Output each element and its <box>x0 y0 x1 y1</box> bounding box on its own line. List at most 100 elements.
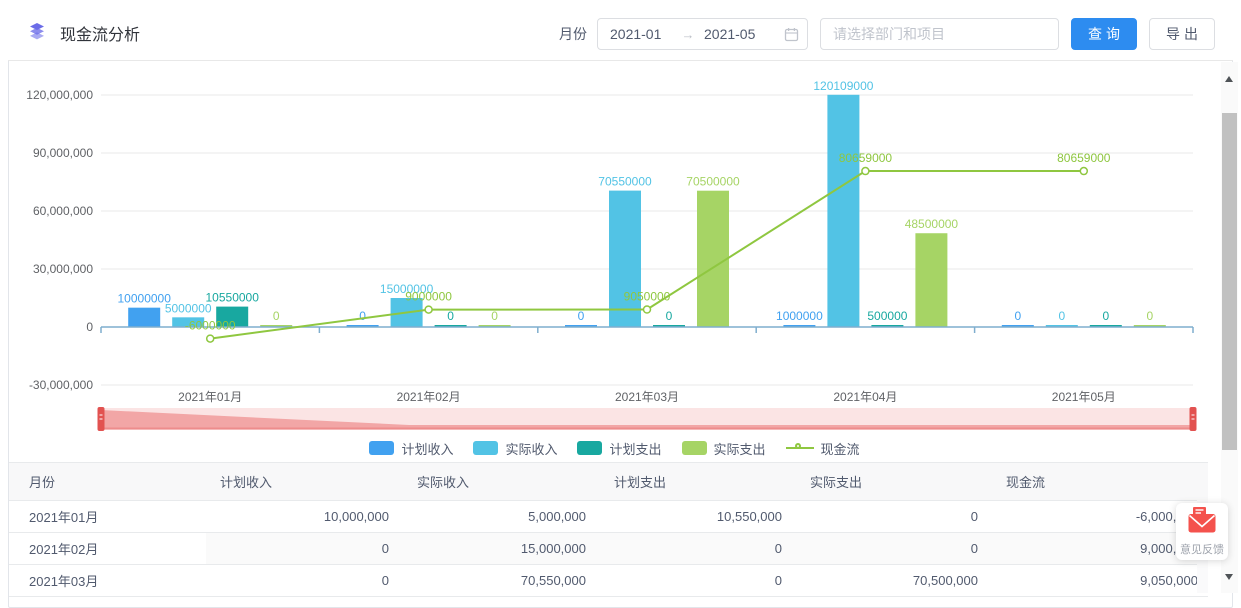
chart-label: 2021年02月 <box>397 390 461 404</box>
legend-item-现金流[interactable]: 现金流 <box>786 439 860 458</box>
chart-label: 120,000,000 <box>26 88 93 102</box>
layers-icon <box>28 22 46 45</box>
chart-label: 0 <box>1102 309 1109 323</box>
chart-legend: 计划收入 实际收入 计划支出 实际支出 现金流 <box>8 437 1221 459</box>
value-cell: 10,000,000 <box>206 501 403 533</box>
table-row: 2021年01月10,000,0005,000,00010,550,0000-6… <box>9 501 1208 533</box>
chart-label: 0 <box>447 309 454 323</box>
column-header-计划支出: 计划支出 <box>600 463 796 501</box>
page-title: 现金流分析 <box>60 21 140 45</box>
scroll-up-arrow-icon[interactable] <box>1225 76 1233 82</box>
value-cell: 0 <box>600 565 796 597</box>
datazoom-edge <box>101 428 1193 430</box>
scroll-down-arrow-icon[interactable] <box>1225 574 1233 580</box>
chart-label: 60,000,000 <box>33 204 93 218</box>
chart-label: 10000000 <box>118 292 172 306</box>
chart-bar-实际收入 <box>827 95 859 327</box>
cashflow-table: 月份计划收入实际收入计划支出实际支出现金流 2021年01月10,000,000… <box>9 462 1208 597</box>
chart-label: 2021年01月 <box>178 390 242 404</box>
column-header-实际支出: 实际支出 <box>796 463 992 501</box>
legend-line-swatch <box>786 441 814 455</box>
chart-label: 2021年03月 <box>615 390 679 404</box>
chart-label: 0 <box>1014 309 1021 323</box>
value-cell: 5,000,000 <box>403 501 600 533</box>
value-cell: 15,000,000 <box>403 533 600 565</box>
column-header-计划收入: 计划收入 <box>206 463 403 501</box>
value-cell: 0 <box>796 533 992 565</box>
chart-label: 0 <box>1058 309 1065 323</box>
chart-line-point <box>425 306 432 313</box>
cashflow-table-wrap: 月份计划收入实际收入计划支出实际支出现金流 2021年01月10,000,000… <box>9 462 1208 602</box>
chart-bar-实际支出 <box>697 191 729 327</box>
date-start-value[interactable]: 2021-01 <box>610 26 672 42</box>
value-cell: 70,500,000 <box>796 565 992 597</box>
legend-label: 现金流 <box>821 439 860 458</box>
month-cell: 2021年01月 <box>9 501 206 533</box>
export-button[interactable]: 导出 <box>1149 18 1215 50</box>
value-cell: 70,550,000 <box>403 565 600 597</box>
legend-label: 计划支出 <box>609 439 661 458</box>
chart-label: 80659000 <box>1057 151 1111 165</box>
legend-swatch <box>577 441 602 455</box>
legend-item-计划收入[interactable]: 计划收入 <box>369 439 453 458</box>
feedback-button[interactable]: 意见反馈 <box>1176 503 1228 560</box>
chart-bar-实际收入 <box>609 191 641 327</box>
page-scrollbar-thumb[interactable] <box>1222 113 1237 450</box>
envelope-icon <box>1187 506 1217 539</box>
value-cell: 9,050,000 <box>992 565 1208 597</box>
value-cell: 0 <box>600 533 796 565</box>
chart-label: 1000000 <box>776 309 823 323</box>
chart-label: 70550000 <box>598 175 652 189</box>
legend-swatch <box>473 441 498 455</box>
chart-label: 0 <box>273 309 280 323</box>
chart-bar-实际支出 <box>915 233 947 327</box>
chart-label: 90,000,000 <box>33 146 93 160</box>
chart-label: 2021年05月 <box>1052 390 1116 404</box>
legend-label: 计划收入 <box>401 439 453 458</box>
date-range-picker[interactable]: 2021-01 → 2021-05 <box>597 18 808 50</box>
chart-label: 9000000 <box>405 290 452 304</box>
chart-label: 0 <box>666 309 673 323</box>
chart-label: 2021年04月 <box>833 390 897 404</box>
table-header-row: 月份计划收入实际收入计划支出实际支出现金流 <box>9 463 1208 501</box>
chart-line-point <box>644 306 651 313</box>
query-button[interactable]: 查询 <box>1071 18 1137 50</box>
value-cell: 10,550,000 <box>600 501 796 533</box>
top-toolbar: 现金流分析 月份 2021-01 → 2021-05 查询 导出 <box>8 8 1233 61</box>
date-end-value[interactable]: 2021-05 <box>704 26 766 42</box>
chart-label: 30,000,000 <box>33 262 93 276</box>
chart-label: -30,000,000 <box>29 378 93 392</box>
month-cell: 2021年02月 <box>9 533 206 565</box>
value-cell: 0 <box>206 533 403 565</box>
month-field-label: 月份 <box>559 24 587 44</box>
value-cell: 0 <box>206 565 403 597</box>
table-row: 2021年03月070,550,000070,500,0009,050,000 <box>9 565 1208 597</box>
feedback-label: 意见反馈 <box>1180 541 1224 557</box>
cashflow-chart: 120,000,000 90,000,000 60,000,000 30,000,00… <box>9 62 1215 462</box>
column-header-月份: 月份 <box>9 463 206 501</box>
chart-label: 70500000 <box>686 175 740 189</box>
value-cell: 0 <box>796 501 992 533</box>
calendar-icon <box>784 27 799 42</box>
chart-line-point <box>862 168 869 175</box>
date-range-arrow: → <box>672 27 704 42</box>
chart-bar-计划收入 <box>128 308 160 327</box>
dept-project-input[interactable] <box>820 18 1059 50</box>
legend-label: 实际支出 <box>714 439 766 458</box>
chart-label: 120109000 <box>813 79 873 93</box>
chart-label: 0 <box>491 309 498 323</box>
legend-swatch <box>369 441 394 455</box>
legend-item-计划支出[interactable]: 计划支出 <box>577 439 661 458</box>
chart-label: 48500000 <box>905 217 959 231</box>
legend-item-实际支出[interactable]: 实际支出 <box>682 439 766 458</box>
legend-item-实际收入[interactable]: 实际收入 <box>473 439 557 458</box>
column-header-现金流: 现金流 <box>992 463 1208 501</box>
column-header-实际收入: 实际收入 <box>403 463 600 501</box>
chart-label: 500000 <box>867 309 907 323</box>
month-cell: 2021年03月 <box>9 565 206 597</box>
chart-label: -6000000 <box>185 319 236 333</box>
chart-label: 10550000 <box>206 291 260 305</box>
chart-label: 0 <box>1146 309 1153 323</box>
chart-label: 9050000 <box>624 290 671 304</box>
chart-line-point <box>1080 168 1087 175</box>
